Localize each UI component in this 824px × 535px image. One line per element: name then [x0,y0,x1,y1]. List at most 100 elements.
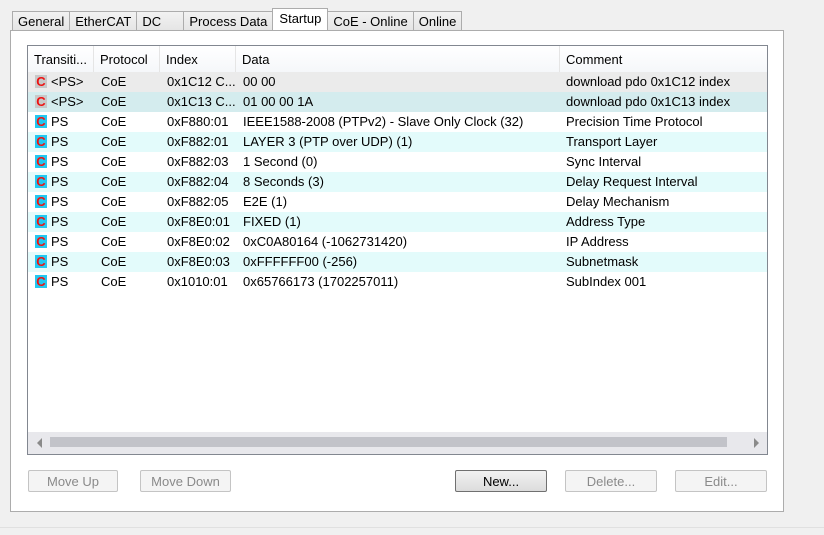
cell-index: 0xF882:04 [167,174,229,189]
cell-comment: download pdo 0x1C12 index [566,74,731,89]
cell-protocol: CoE [101,154,127,169]
cell-data: 0xFFFFFF00 (-256) [243,254,358,269]
scrollbar-thumb[interactable] [50,437,727,447]
list-header: Transiti... Protocol Index Data Comment [28,46,767,72]
cell-data: 01 00 00 1A [243,94,314,109]
tab-online[interactable]: Online [412,11,463,30]
cell-data: E2E (1) [243,194,288,209]
cell-data: 8 Seconds (3) [243,174,324,189]
cell-protocol: CoE [101,254,127,269]
cell-comment: Precision Time Protocol [566,114,703,129]
cell-transition: PS [51,254,69,269]
table-row[interactable]: C PS CoE 0xF8E0:01 FIXED (1) Address Type [28,212,767,232]
cell-comment: download pdo 0x1C13 index [566,94,731,109]
cell-protocol: CoE [101,94,127,109]
coe-user-icon: C [35,194,47,209]
list-rows: C <PS> CoE 0x1C12 C... 00 00 download pdo 0x1… [28,72,767,292]
tab-process-data[interactable]: Process Data [183,11,274,30]
cell-comment: Delay Request Interval [566,174,698,189]
cell-index: 0xF882:03 [167,154,229,169]
cell-comment: Sync Interval [566,154,642,169]
cell-comment: Address Type [566,214,646,229]
table-row[interactable]: C PS CoE 0xF882:05 E2E (1) Delay Mechanism [28,192,767,212]
startup-list[interactable]: Transiti... Protocol Index Data Comment … [27,45,768,455]
cell-transition: PS [51,214,69,229]
coe-user-icon: C [35,274,47,289]
cell-comment: Subnetmask [566,254,639,269]
column-header-data[interactable]: Data [236,46,560,72]
tab-startup[interactable]: Startup [272,8,329,30]
tab-general[interactable]: General [12,11,71,30]
cell-index: 0x1C13 C... [167,94,236,109]
window-background [784,0,824,534]
table-row[interactable]: C PS CoE 0x1010:01 0x65766173 (1702257011) Su… [28,272,767,292]
cell-protocol: CoE [101,214,127,229]
coe-user-icon: C [35,154,47,169]
cell-protocol: CoE [101,194,127,209]
cell-protocol: CoE [101,134,127,149]
move-up-button[interactable]: Move Up [28,470,118,492]
table-row[interactable]: C PS CoE 0xF880:01 IEEE1588-2008 (PTPv2) - S… [28,112,767,132]
tab-ethercat[interactable]: EtherCAT [69,11,138,30]
table-row[interactable]: C PS CoE 0xF882:03 1 Second (0) Sync Interval [28,152,767,172]
cell-index: 0xF8E0:03 [167,254,230,269]
table-row[interactable]: C PS CoE 0xF882:01 LAYER 3 (PTP over UDP) (1… [28,132,767,152]
tab-strip: General EtherCAT DC Process Data Startup… [12,8,463,30]
column-header-comment[interactable]: Comment [560,46,767,72]
cell-index: 0xF8E0:02 [167,234,230,249]
cell-data: 1 Second (0) [243,154,318,169]
cell-data: 0xC0A80164 (-1062731420) [243,234,408,249]
column-header-transition[interactable]: Transiti... [28,46,94,72]
cell-transition: PS [51,234,69,249]
cell-data: 00 00 [243,74,276,89]
move-down-button[interactable]: Move Down [140,470,231,492]
cell-protocol: CoE [101,274,127,289]
cell-transition: PS [51,134,69,149]
coe-fixed-icon: C [35,94,47,109]
horizontal-scrollbar[interactable] [28,432,767,454]
tab-dc[interactable]: DC [136,11,185,30]
new-button[interactable]: New... [455,470,547,492]
tab-coe-online[interactable]: CoE - Online [327,11,414,30]
cell-transition: PS [51,114,69,129]
cell-protocol: CoE [101,74,127,89]
cell-protocol: CoE [101,174,127,189]
cell-transition: PS [51,154,69,169]
coe-user-icon: C [35,254,47,269]
coe-user-icon: C [35,134,47,149]
cell-comment: IP Address [566,234,629,249]
coe-user-icon: C [35,174,47,189]
cell-comment: Transport Layer [566,134,658,149]
cell-index: 0x1010:01 [167,274,228,289]
cell-comment: SubIndex 001 [566,274,647,289]
cell-index: 0x1C12 C... [167,74,236,89]
cell-transition: <PS> [51,94,84,109]
cell-transition: PS [51,174,69,189]
cell-data: 0x65766173 (1702257011) [243,274,399,289]
edit-button[interactable]: Edit... [675,470,767,492]
cell-index: 0xF882:01 [167,134,229,149]
table-row[interactable]: C <PS> CoE 0x1C13 C... 01 00 00 1A download p… [28,92,767,112]
cell-transition: PS [51,274,69,289]
coe-user-icon: C [35,234,47,249]
scroll-right-icon[interactable] [754,438,759,448]
table-row[interactable]: C <PS> CoE 0x1C12 C... 00 00 download pdo 0x1… [28,72,767,92]
coe-user-icon: C [35,214,47,229]
column-header-index[interactable]: Index [160,46,236,72]
scroll-left-icon[interactable] [37,438,42,448]
delete-button[interactable]: Delete... [565,470,657,492]
cell-protocol: CoE [101,234,127,249]
table-row[interactable]: C PS CoE 0xF8E0:03 0xFFFFFF00 (-256) Subnetma… [28,252,767,272]
cell-data: LAYER 3 (PTP over UDP) (1) [243,134,413,149]
cell-data: FIXED (1) [243,214,301,229]
coe-user-icon: C [35,114,47,129]
cell-index: 0xF8E0:01 [167,214,230,229]
cell-index: 0xF882:05 [167,194,229,209]
coe-fixed-icon: C [35,74,47,89]
cell-protocol: CoE [101,114,127,129]
cell-comment: Delay Mechanism [566,194,670,209]
column-header-protocol[interactable]: Protocol [94,46,160,72]
table-row[interactable]: C PS CoE 0xF882:04 8 Seconds (3) Delay Reques… [28,172,767,192]
cell-transition: <PS> [51,74,84,89]
table-row[interactable]: C PS CoE 0xF8E0:02 0xC0A80164 (-1062731420) I… [28,232,767,252]
